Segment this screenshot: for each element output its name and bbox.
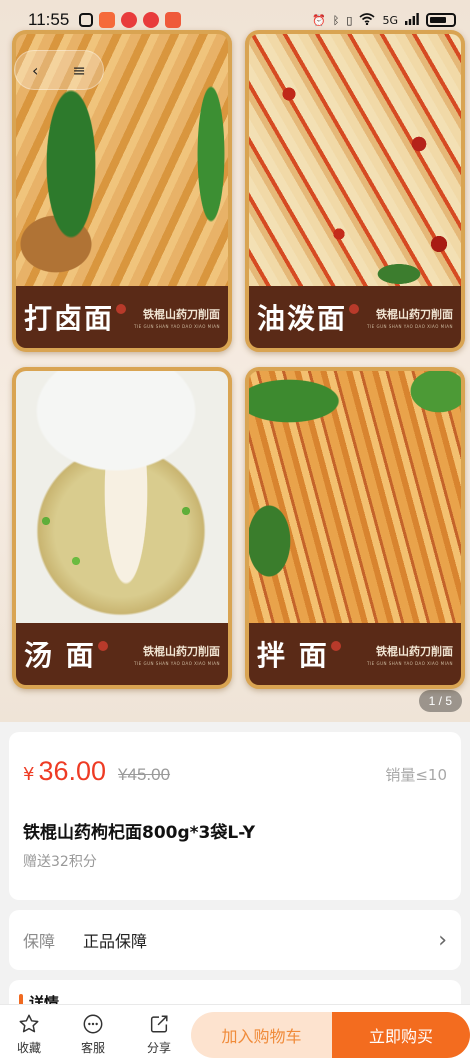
vibrate-icon: ▯ bbox=[346, 13, 353, 27]
seal-mark bbox=[97, 641, 108, 651]
chevron-right-icon: › bbox=[438, 927, 447, 953]
brand-label: 铁棍山药刀削面 TIE GUN SHAN YAO DAO XIAO MIAN bbox=[367, 643, 453, 666]
floating-nav-capsule[interactable]: ‹ ≡ bbox=[14, 50, 104, 90]
bottom-action-bar: 收藏 客服 分享 加入购物车 立即购买 bbox=[0, 1004, 470, 1061]
status-bar: 11:55 ⏰ ᛒ ▯ 5G bbox=[0, 0, 470, 40]
service-label: 客服 bbox=[80, 1041, 105, 1055]
favorite-label: 收藏 bbox=[16, 1041, 41, 1055]
signal-icon bbox=[405, 12, 419, 28]
mixed-noodle-photo bbox=[249, 371, 461, 623]
guarantee-label: 保障 bbox=[23, 932, 56, 951]
brand-name-cn: 铁棍山药刀削面 bbox=[376, 307, 453, 321]
network-type: 5G bbox=[382, 13, 398, 27]
brand-label: 铁棍山药刀削面 TIE GUN SHAN YAO DAO XIAO MIAN bbox=[134, 643, 220, 666]
brand-name-cn: 铁棍山药刀削面 bbox=[143, 644, 220, 658]
tile-banner: 汤 面 铁棍山药刀削面 TIE GUN SHAN YAO DAO XIAO MI… bbox=[16, 623, 228, 685]
tile-banner: 拌 面 铁棍山药刀削面 TIE GUN SHAN YAO DAO XIAO MI… bbox=[249, 623, 461, 685]
currency-symbol: ¥ bbox=[23, 764, 35, 785]
youpo-noodle-photo bbox=[249, 34, 461, 286]
gallery-tile-youpo: 油泼面 铁棍山药刀削面 TIE GUN SHAN YAO DAO XIAO MI… bbox=[245, 30, 465, 352]
buy-now-button[interactable]: 立即购买 bbox=[332, 1012, 470, 1058]
favorite-button[interactable]: 收藏 bbox=[2, 1013, 56, 1056]
nfc-icon bbox=[79, 13, 94, 27]
brand-label: 铁棍山药刀削面 TIE GUN SHAN YAO DAO XIAO MIAN bbox=[134, 306, 220, 329]
app-notification-icon bbox=[165, 12, 182, 28]
brand-name-en: TIE GUN SHAN YAO DAO XIAO MIAN bbox=[134, 323, 220, 329]
image-counter: 1 / 5 bbox=[418, 690, 462, 712]
product-image-gallery[interactable]: 打卤面 铁棍山药刀削面 TIE GUN SHAN YAO DAO XIAO MI… bbox=[0, 0, 470, 722]
share-label: 分享 bbox=[146, 1041, 171, 1055]
dish-name: 打卤面 bbox=[24, 302, 115, 335]
brand-name-en: TIE GUN SHAN YAO DAO XIAO MIAN bbox=[367, 660, 453, 666]
share-icon bbox=[150, 1015, 168, 1033]
dish-name: 汤 面 bbox=[24, 639, 96, 672]
price-row: ¥ 36.00 ¥45.00 销量≤10 bbox=[23, 756, 447, 787]
clock: 11:55 bbox=[28, 10, 70, 29]
add-to-cart-button[interactable]: 加入购物车 bbox=[191, 1012, 332, 1058]
sales-count: 销量≤10 bbox=[385, 766, 447, 784]
system-icons: ⏰ ᛒ ▯ 5G bbox=[312, 12, 456, 28]
brand-label: 铁棍山药刀削面 TIE GUN SHAN YAO DAO XIAO MIAN bbox=[367, 306, 453, 329]
bluetooth-icon: ᛒ bbox=[332, 13, 340, 27]
alarm-icon: ⏰ bbox=[312, 13, 326, 27]
sale-price: 36.00 bbox=[38, 756, 107, 786]
original-price: ¥45.00 bbox=[118, 765, 171, 784]
soup-noodle-photo bbox=[16, 371, 228, 623]
seal-mark bbox=[349, 304, 360, 314]
menu-icon[interactable]: ≡ bbox=[73, 61, 86, 80]
seal-mark bbox=[330, 641, 341, 651]
product-title: 铁棍山药枸杞面800g*3袋L-Y bbox=[23, 823, 256, 843]
tile-banner: 打卤面 铁棍山药刀削面 TIE GUN SHAN YAO DAO XIAO MI… bbox=[16, 286, 228, 348]
tile-banner: 油泼面 铁棍山药刀削面 TIE GUN SHAN YAO DAO XIAO MI… bbox=[249, 286, 461, 348]
star-icon bbox=[19, 1014, 39, 1033]
share-button[interactable]: 分享 bbox=[132, 1013, 186, 1056]
wifi-icon bbox=[359, 12, 375, 28]
notification-icons bbox=[79, 12, 182, 28]
chat-icon bbox=[83, 1014, 103, 1034]
price-card: ¥ 36.00 ¥45.00 销量≤10 铁棍山药枸杞面800g*3袋L-Y 赠… bbox=[9, 732, 461, 900]
brand-name-en: TIE GUN SHAN YAO DAO XIAO MIAN bbox=[134, 660, 220, 666]
brand-name-cn: 铁棍山药刀削面 bbox=[143, 307, 220, 321]
weibo-icon bbox=[143, 12, 160, 28]
gallery-tile-ban: 拌 面 铁棍山药刀削面 TIE GUN SHAN YAO DAO XIAO MI… bbox=[245, 367, 465, 689]
reward-points: 赠送32积分 bbox=[23, 854, 97, 870]
brand-name-en: TIE GUN SHAN YAO DAO XIAO MIAN bbox=[367, 323, 453, 329]
dish-name: 油泼面 bbox=[257, 302, 348, 335]
gallery-tile-tang: 汤 面 铁棍山药刀削面 TIE GUN SHAN YAO DAO XIAO MI… bbox=[12, 367, 232, 689]
app-notification-icon bbox=[99, 12, 116, 28]
back-icon[interactable]: ‹ bbox=[32, 61, 38, 80]
guarantee-row[interactable]: 保障 正品保障 › bbox=[9, 910, 461, 970]
customer-service-button[interactable]: 客服 bbox=[66, 1013, 120, 1056]
battery-icon bbox=[426, 13, 456, 27]
seal-mark bbox=[116, 304, 127, 314]
brand-name-cn: 铁棍山药刀削面 bbox=[376, 644, 453, 658]
guarantee-value: 正品保障 bbox=[83, 932, 148, 951]
weibo-icon bbox=[121, 12, 138, 28]
dish-name: 拌 面 bbox=[257, 639, 329, 672]
